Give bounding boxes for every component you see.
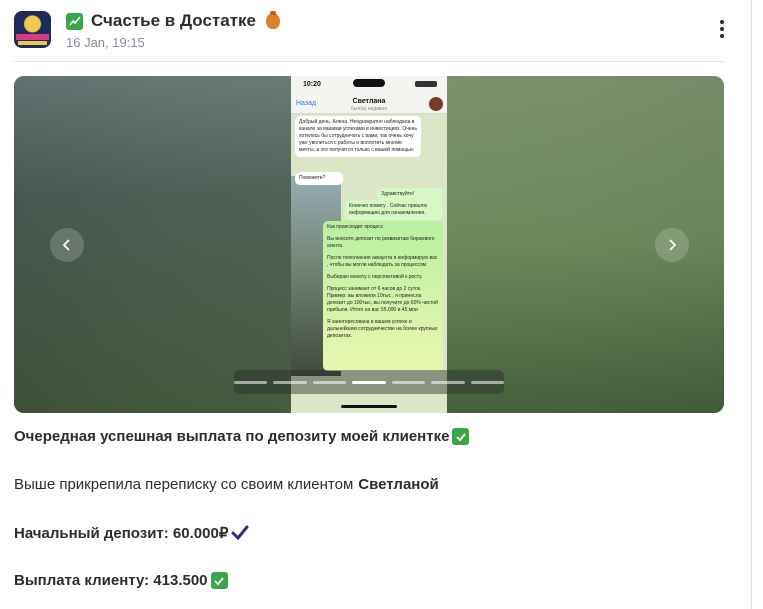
- home-indicator: [341, 405, 397, 408]
- post-date[interactable]: 16 Jan, 19:15: [66, 35, 145, 50]
- client-name: Светланой: [358, 476, 439, 493]
- post-line-attachment: Выше прикрепила переписку со своим клиен…: [14, 476, 439, 493]
- chat-status: был(а) недавно: [350, 106, 388, 112]
- pager-dot[interactable]: [391, 380, 426, 384]
- info-line: Как происходит процесс: [327, 224, 384, 230]
- more-vertical-icon[interactable]: [714, 18, 730, 40]
- money-bag-icon: [265, 11, 280, 29]
- message-bubble-info: Как происходит процесс Вы вносите депози…: [323, 221, 443, 371]
- channel-avatar[interactable]: [14, 11, 51, 48]
- info-line: Выбираю монету с перспективой к росту.: [327, 274, 423, 280]
- message-bubble: Добрый день, Алена. Неоднократно наблюда…: [295, 116, 421, 157]
- channel-title[interactable]: Счастье в Достатке: [91, 11, 256, 31]
- gallery-pager: [234, 370, 504, 394]
- divider: [14, 61, 724, 62]
- post-card: Счастье в Достатке 16 Jan, 19:15 10:20 Н…: [0, 0, 752, 609]
- post-line-deposit: Начальный депозит: 60.000₽: [14, 524, 249, 542]
- pager-dot[interactable]: [234, 380, 268, 384]
- check-mark-icon: [210, 572, 228, 589]
- post-line-client-payout: Выплата клиенту: 413.500: [14, 572, 228, 589]
- pager-dot[interactable]: [312, 380, 347, 384]
- pager-dot[interactable]: [470, 380, 504, 384]
- image-gallery[interactable]: 10:20 Назад Светлана был(а) недавно Добр…: [14, 76, 724, 413]
- info-line: Вы вносите депозит по реквизитам биржево…: [327, 236, 435, 249]
- battery-icon: [415, 81, 437, 87]
- chevron-right-icon[interactable]: [655, 228, 689, 262]
- message-bubble: Конечно помогу . Сейчас пришлю информаци…: [345, 200, 443, 220]
- post-text: Выше прикрепила переписку со своим клиен…: [14, 476, 354, 493]
- info-line: Я заинтересована в вашем успехе и дальне…: [327, 319, 438, 339]
- message-bubble: Поможете?: [295, 172, 343, 185]
- chat-name: Светлана: [352, 98, 386, 105]
- post-text: Очередная успешная выплата по депозиту м…: [14, 428, 450, 445]
- post-text: Выплата клиенту: 413.500: [14, 572, 208, 589]
- info-line: После пополнения аккаунта я информирую в…: [327, 255, 438, 268]
- chat-header: Назад Светлана был(а) недавно: [291, 94, 447, 114]
- info-line: Процесс занимает от 6 часов до 2 суток. …: [327, 286, 438, 313]
- check-mark-icon: [452, 428, 470, 445]
- chat-screenshot: 10:20 Назад Светлана был(а) недавно Добр…: [291, 76, 447, 413]
- pager-dot-active[interactable]: [352, 380, 386, 384]
- phone-status-bar: 10:20: [291, 76, 447, 94]
- phone-time: 10:20: [303, 81, 321, 88]
- chat-avatar: [429, 97, 443, 111]
- pager-dot[interactable]: [431, 380, 465, 384]
- post-line-payout: Очередная успешная выплата по депозиту м…: [14, 428, 470, 445]
- heavy-check-icon: [231, 525, 249, 541]
- pager-dot[interactable]: [273, 380, 307, 384]
- panel-divider: [751, 0, 752, 609]
- chevron-left-icon[interactable]: [50, 228, 84, 262]
- dynamic-island: [353, 79, 385, 87]
- channel-title-row[interactable]: Счастье в Достатке: [66, 11, 280, 31]
- chart-emoji-icon: [66, 12, 83, 30]
- post-text: Начальный депозит: 60.000₽: [14, 525, 229, 542]
